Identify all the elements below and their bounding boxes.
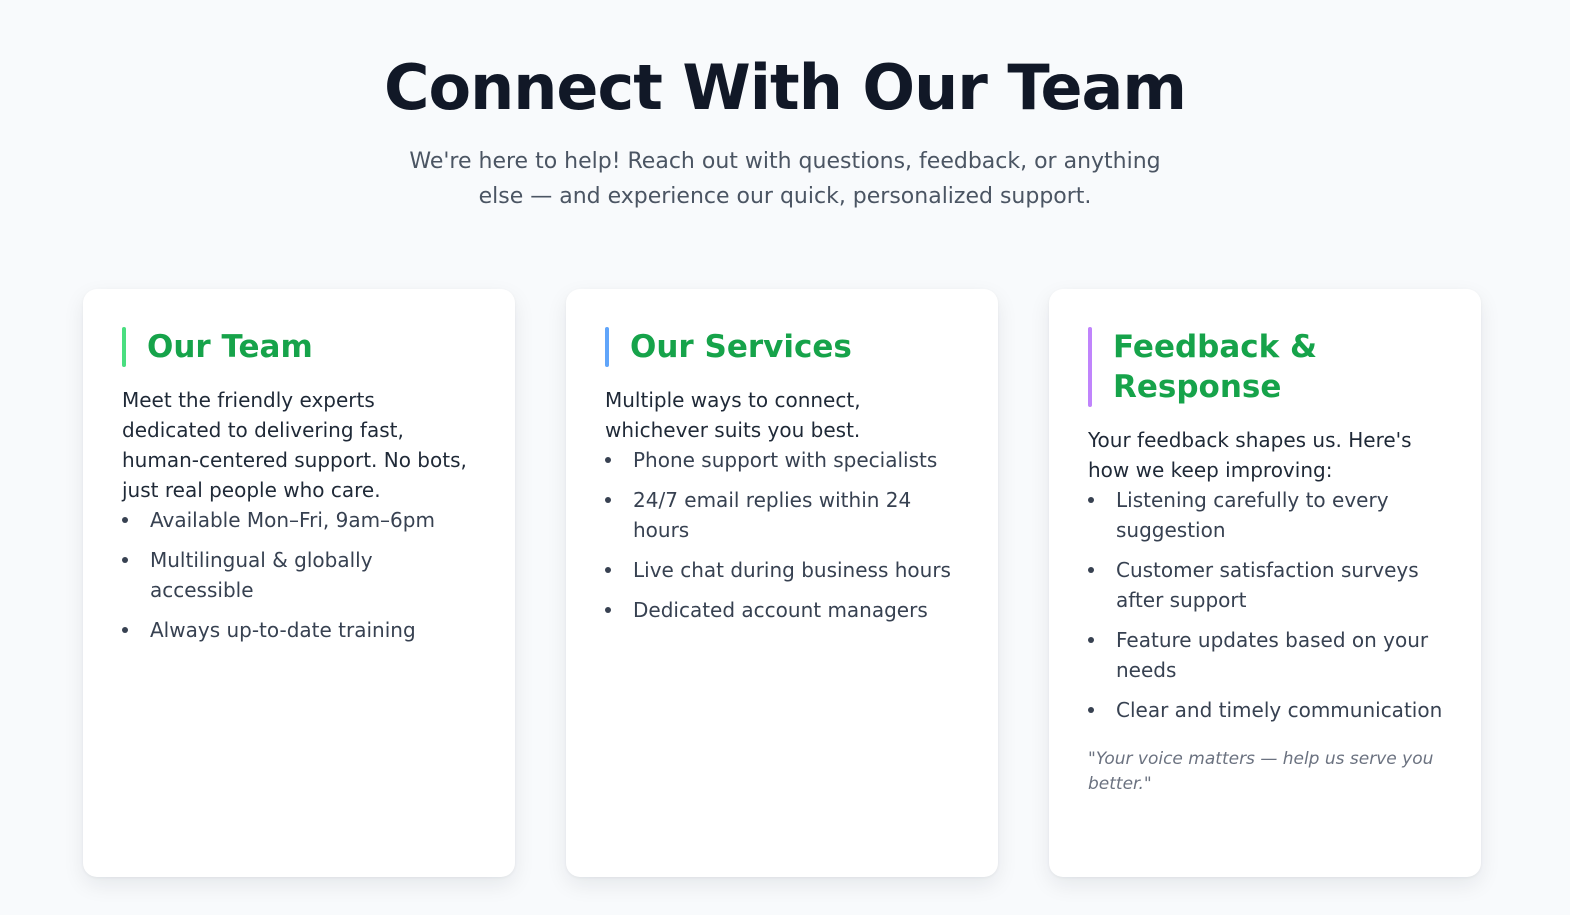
bullet-icon xyxy=(605,457,611,463)
list-item-text: Feature updates based on your needs xyxy=(1116,628,1429,682)
list-item: Multilingual & globally accessible xyxy=(122,545,477,605)
list-item: Live chat during business hours xyxy=(605,555,960,585)
list-item-text: Available Mon–Fri, 9am–6pm xyxy=(150,508,435,532)
bullet-icon xyxy=(1088,637,1094,643)
bullet-icon xyxy=(122,627,128,633)
list-item-text: Listening carefully to every suggestion xyxy=(1116,488,1389,542)
card-title: Our Team xyxy=(147,329,313,365)
bullet-icon xyxy=(605,607,611,613)
card-title-row: Feedback & Response xyxy=(1088,327,1443,407)
card-our-services: Our Services Multiple ways to connect, w… xyxy=(566,289,998,877)
page-title: Connect With Our Team xyxy=(384,51,1187,124)
feature-list: Phone support with specialists 24/7 emai… xyxy=(605,445,960,625)
hero-section: Connect With Our Team We're here to help… xyxy=(0,0,1570,214)
feature-list: Available Mon–Fri, 9am–6pm Multilingual … xyxy=(122,505,477,645)
list-item: Customer satisfaction surveys after supp… xyxy=(1088,555,1443,615)
list-item: Listening carefully to every suggestion xyxy=(1088,485,1443,545)
list-item-text: Clear and timely communication xyxy=(1116,698,1443,722)
list-item: 24/7 email replies within 24 hours xyxy=(605,485,960,545)
list-item-text: Multilingual & globally accessible xyxy=(150,548,373,602)
bullet-icon xyxy=(1088,567,1094,573)
list-item: Dedicated account managers xyxy=(605,595,960,625)
card-description: Multiple ways to connect, whichever suit… xyxy=(605,388,861,442)
page: Connect With Our Team We're here to help… xyxy=(0,0,1570,915)
bullet-icon xyxy=(605,567,611,573)
bullet-icon xyxy=(122,557,128,563)
card-title-row: Our Team xyxy=(122,327,477,367)
list-item: Feature updates based on your needs xyxy=(1088,625,1443,685)
feedback-quote: "Your voice matters — help us serve you … xyxy=(1088,749,1434,794)
card-feedback-response: Feedback & Response Your feedback shapes… xyxy=(1049,289,1481,877)
bullet-icon xyxy=(605,497,611,503)
card-title: Feedback & Response xyxy=(1113,329,1318,405)
list-item: Phone support with specialists xyxy=(605,445,960,475)
bullet-icon xyxy=(1088,497,1094,503)
card-description: Meet the friendly experts dedicated to d… xyxy=(122,388,467,502)
list-item-text: 24/7 email replies within 24 hours xyxy=(633,488,912,542)
page-subtitle: We're here to help! Reach out with quest… xyxy=(409,149,1161,209)
feature-list: Listening carefully to every suggestion … xyxy=(1088,485,1443,725)
list-item-text: Dedicated account managers xyxy=(633,598,928,622)
list-item: Clear and timely communication xyxy=(1088,695,1443,725)
bullet-icon xyxy=(1088,707,1094,713)
list-item-text: Phone support with specialists xyxy=(633,448,938,472)
card-description: Your feedback shapes us. Here's how we k… xyxy=(1088,428,1412,482)
list-item-text: Customer satisfaction surveys after supp… xyxy=(1116,558,1419,612)
card-our-team: Our Team Meet the friendly experts dedic… xyxy=(83,289,515,877)
list-item: Available Mon–Fri, 9am–6pm xyxy=(122,505,477,535)
card-title-row: Our Services xyxy=(605,327,960,367)
list-item-text: Always up-to-date training xyxy=(150,618,416,642)
list-item-text: Live chat during business hours xyxy=(633,558,951,582)
cards-row: Our Team Meet the friendly experts dedic… xyxy=(83,289,1481,877)
bullet-icon xyxy=(122,517,128,523)
card-title: Our Services xyxy=(630,329,852,365)
list-item: Always up-to-date training xyxy=(122,615,477,645)
